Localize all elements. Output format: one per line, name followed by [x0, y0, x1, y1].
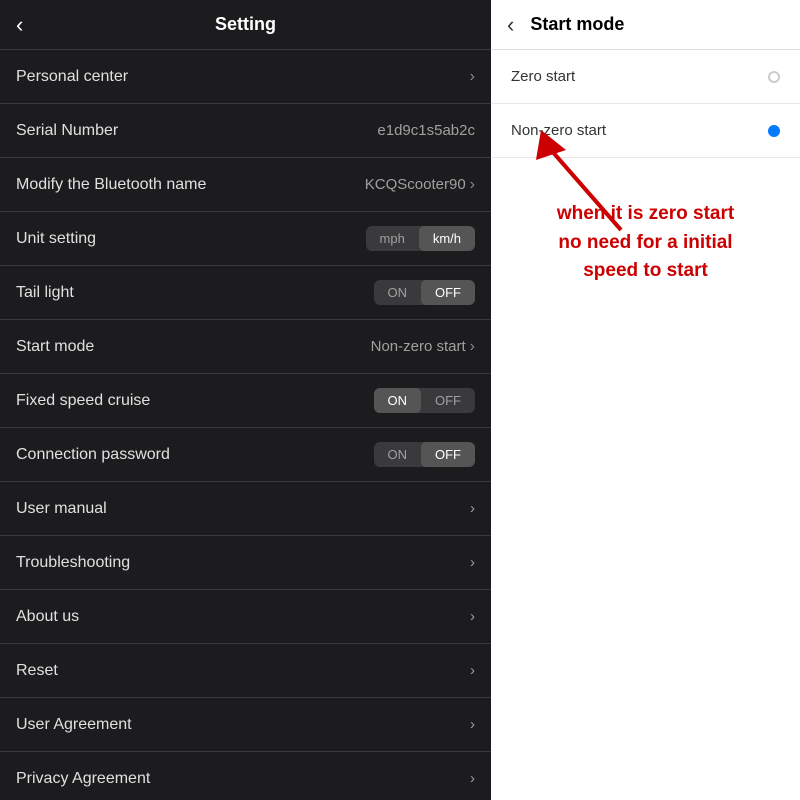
- cruise-toggle-group: ON OFF: [374, 388, 476, 413]
- cruise-toggle-on[interactable]: ON: [374, 388, 422, 413]
- troubleshooting-label: Troubleshooting: [16, 554, 130, 572]
- settings-header: ‹ Setting: [0, 0, 491, 50]
- taillight-toggle-group: ON OFF: [374, 280, 476, 305]
- bluetooth-chevron: ›: [470, 176, 475, 194]
- settings-panel: ‹ Setting Personal center › Serial Numbe…: [0, 0, 491, 800]
- startmode-panel: ‹ Start mode Zero start Non-zero start w…: [491, 0, 800, 800]
- cruise-label: Fixed speed cruise: [16, 392, 150, 410]
- startmode-value: Non-zero start ›: [371, 338, 475, 356]
- privacy-agreement-chevron: ›: [470, 770, 475, 787]
- taillight-toggle-on[interactable]: ON: [374, 280, 422, 305]
- user-agreement-chevron: ›: [470, 716, 475, 733]
- startmode-chevron: ›: [470, 338, 475, 356]
- startmode-title: Start mode: [530, 14, 624, 35]
- startmode-value-text: Non-zero start: [371, 338, 466, 355]
- annotation-line1: when it is zero start: [511, 200, 780, 229]
- unit-toggle-group: mph km/h: [366, 226, 475, 251]
- settings-item-user-manual[interactable]: User manual ›: [0, 482, 491, 536]
- annotation-area: when it is zero start no need for a init…: [501, 110, 790, 600]
- password-label: Connection password: [16, 446, 170, 464]
- unit-toggle-kmh[interactable]: km/h: [419, 226, 475, 251]
- serial-number-label: Serial Number: [16, 122, 118, 140]
- startmode-back-button[interactable]: ‹: [507, 12, 514, 38]
- taillight-label: Tail light: [16, 284, 74, 302]
- settings-item-privacy-agreement[interactable]: Privacy Agreement ›: [0, 752, 491, 800]
- serial-number-value: e1d9c1s5ab2c: [377, 122, 475, 139]
- about-us-label: About us: [16, 608, 79, 626]
- settings-item-unit: Unit setting mph km/h: [0, 212, 491, 266]
- bluetooth-value: KCQScooter90 ›: [365, 176, 475, 194]
- password-toggle-group: ON OFF: [374, 442, 476, 467]
- settings-item-startmode[interactable]: Start mode Non-zero start ›: [0, 320, 491, 374]
- bluetooth-label: Modify the Bluetooth name: [16, 176, 206, 194]
- password-toggle-on[interactable]: ON: [374, 442, 422, 467]
- settings-item-user-agreement[interactable]: User Agreement ›: [0, 698, 491, 752]
- annotation-text-block: when it is zero start no need for a init…: [511, 200, 780, 286]
- reset-chevron: ›: [470, 662, 475, 679]
- settings-item-personal-center[interactable]: Personal center ›: [0, 50, 491, 104]
- settings-item-taillight: Tail light ON OFF: [0, 266, 491, 320]
- settings-item-password: Connection password ON OFF: [0, 428, 491, 482]
- troubleshooting-chevron: ›: [470, 554, 475, 571]
- settings-item-about-us[interactable]: About us ›: [0, 590, 491, 644]
- password-toggle-off[interactable]: OFF: [421, 442, 475, 467]
- zero-start-label: Zero start: [511, 68, 575, 85]
- taillight-toggle-off[interactable]: OFF: [421, 280, 475, 305]
- annotation-line3: speed to start: [511, 257, 780, 286]
- user-manual-chevron: ›: [470, 500, 475, 517]
- settings-item-cruise: Fixed speed cruise ON OFF: [0, 374, 491, 428]
- startmode-label: Start mode: [16, 338, 94, 356]
- privacy-agreement-label: Privacy Agreement: [16, 770, 150, 788]
- settings-item-troubleshooting[interactable]: Troubleshooting ›: [0, 536, 491, 590]
- startmode-option-zero[interactable]: Zero start: [491, 50, 800, 104]
- settings-item-reset[interactable]: Reset ›: [0, 644, 491, 698]
- cruise-toggle-off[interactable]: OFF: [421, 388, 475, 413]
- personal-center-label: Personal center: [16, 68, 128, 86]
- settings-title: Setting: [215, 14, 276, 35]
- settings-back-button[interactable]: ‹: [16, 12, 23, 38]
- startmode-header: ‹ Start mode: [491, 0, 800, 50]
- bluetooth-value-text: KCQScooter90: [365, 176, 466, 193]
- unit-toggle-mph[interactable]: mph: [366, 226, 419, 251]
- unit-label: Unit setting: [16, 230, 96, 248]
- annotation-line2: no need for a initial: [511, 229, 780, 258]
- user-manual-label: User manual: [16, 500, 107, 518]
- personal-center-chevron: ›: [470, 68, 475, 86]
- user-agreement-label: User Agreement: [16, 716, 132, 734]
- settings-list: Personal center › Serial Number e1d9c1s5…: [0, 50, 491, 800]
- settings-item-serial-number: Serial Number e1d9c1s5ab2c: [0, 104, 491, 158]
- zero-start-radio[interactable]: [768, 71, 780, 83]
- reset-label: Reset: [16, 662, 58, 680]
- about-us-chevron: ›: [470, 608, 475, 625]
- settings-item-bluetooth[interactable]: Modify the Bluetooth name KCQScooter90 ›: [0, 158, 491, 212]
